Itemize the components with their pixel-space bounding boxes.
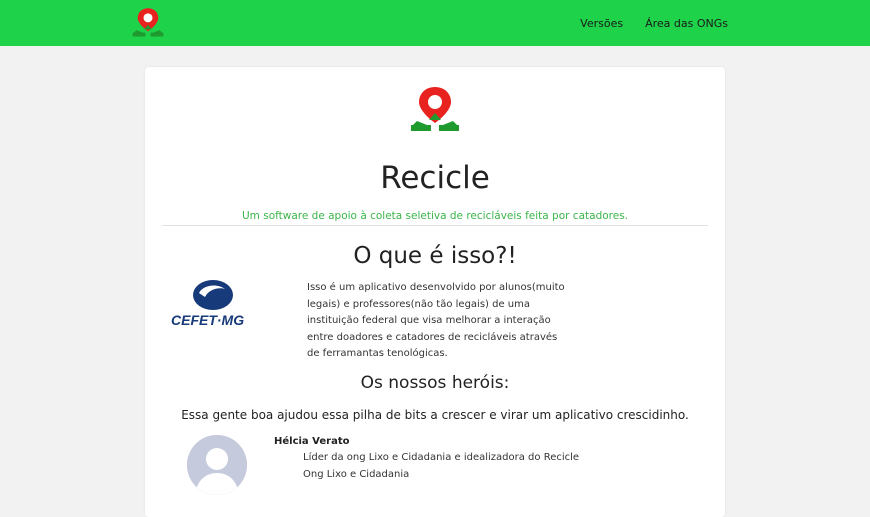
recicle-logo-icon [411,87,459,131]
cefet-mg-logo: CEFET·MG [171,280,244,328]
page-title: Recicle [380,160,490,196]
heroes-intro: Essa gente boa ajudou essa pilha de bits… [181,408,689,422]
divider [162,225,708,226]
about-heading: O que é isso?! [353,243,517,269]
nav-link-area-ongs[interactable]: Área das ONGs [645,17,728,30]
heroes-heading: Os nossos heróis: [360,373,510,393]
hero-name: Hélcia Verato [274,436,350,447]
default-avatar-icon [187,435,247,495]
hero-org: Ong Lixo e Cidadania [303,469,410,480]
hero-role: Líder da ong Lixo e Cidadania e idealiza… [303,452,580,463]
about-text: Isso é um aplicativo desenvolvido por al… [307,282,565,359]
page-subtitle: Um software de apoio à coleta seletiva d… [241,210,629,222]
main-card: Recicle Um software de apoio à coleta se… [145,67,725,517]
nav-links: Versões Área das ONGs [580,0,728,46]
nav-link-versoes[interactable]: Versões [580,17,623,30]
recicle-logo-icon[interactable] [130,6,166,40]
navbar: Versões Área das ONGs [0,0,870,46]
svg-text:CEFET·MG: CEFET·MG [171,312,244,328]
